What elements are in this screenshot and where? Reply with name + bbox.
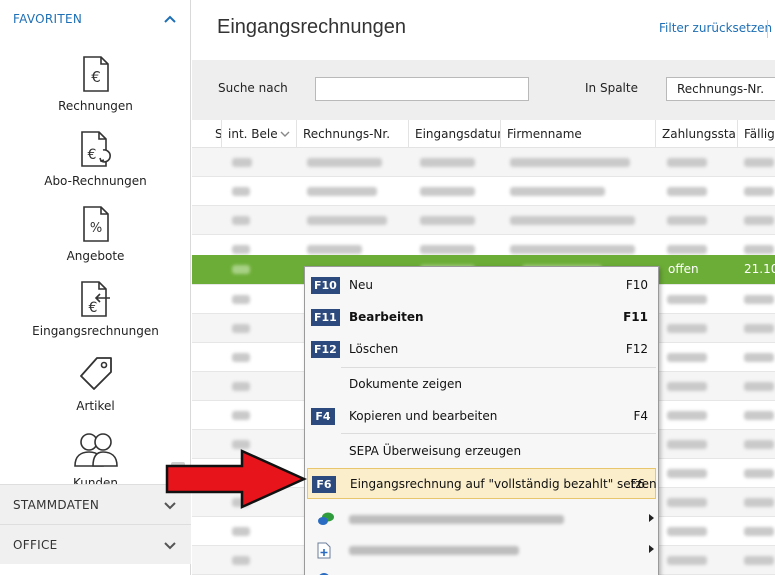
price-tag-icon: [79, 357, 112, 390]
menu-separator: [341, 367, 656, 368]
menu-item-label-redacted: [349, 546, 519, 555]
column-header-firmenname[interactable]: Firmenname: [501, 120, 656, 148]
column-select[interactable]: Rechnungs-Nr.: [666, 77, 775, 101]
sidebar-item-label: Rechnungen: [58, 99, 133, 113]
section-stammdaten[interactable]: STAMMDATEN: [0, 484, 191, 524]
menu-item-label: SEPA Überweisung erzeugen: [349, 444, 522, 458]
column-header-zahlungsstatus[interactable]: Zahlungssta: [656, 120, 738, 148]
shortcut-badge: F11: [311, 309, 340, 326]
favorites-header[interactable]: FAVORITEN: [0, 0, 191, 38]
context-menu: F10 Neu F10 F11 Bearbeiten F11 F12 Lösch…: [304, 266, 659, 575]
menu-item-dokumente-zeigen[interactable]: Dokumente zeigen: [305, 369, 660, 399]
menu-item-submenu-3[interactable]: [305, 565, 660, 575]
section-office[interactable]: OFFICE: [0, 524, 191, 564]
menu-item-sepa-ueberweisung[interactable]: SEPA Überweisung erzeugen: [305, 436, 660, 466]
column-label: In Spalte: [585, 81, 638, 95]
shortcut-badge: F10: [311, 277, 340, 294]
menu-item-submenu-2[interactable]: [305, 535, 660, 565]
table-row[interactable]: [192, 206, 775, 235]
sidebar-item-eingangsrechnungen[interactable]: € Eingangsrechnungen: [0, 280, 191, 338]
menu-item-neu[interactable]: F10 Neu F10: [305, 270, 660, 300]
customers-icon: [73, 433, 118, 467]
menu-item-bearbeiten[interactable]: F11 Bearbeiten F11: [305, 302, 660, 332]
sidebar-item-label: Eingangsrechnungen: [32, 324, 159, 338]
subscription-invoice-icon: €: [80, 131, 111, 167]
column-header-eingangsdatum[interactable]: Eingangsdatun: [409, 120, 501, 148]
red-arrow-annotation: [165, 449, 308, 509]
table-header: S int. Bele Rechnungs-Nr. Eingangsdatun …: [192, 120, 775, 148]
column-header-status[interactable]: S: [192, 120, 222, 148]
sidebar-item-artikel[interactable]: Artikel: [0, 355, 191, 413]
menu-item-label: Neu: [349, 278, 373, 292]
sidebar-item-rechnungen[interactable]: € Rechnungen: [0, 55, 191, 113]
column-header-beleg[interactable]: int. Bele: [222, 120, 297, 148]
quote-percent-icon: %: [82, 206, 109, 242]
sort-chevron-icon: [280, 131, 290, 137]
sidebar-item-abo-rechnungen[interactable]: € Abo-Rechnungen: [0, 130, 191, 188]
submenu-arrow-icon: [649, 514, 654, 522]
sidebar-item-kunden[interactable]: Kunden: [0, 430, 191, 484]
svg-text:€: €: [88, 300, 97, 316]
column-header-faellig[interactable]: Fällig: [738, 120, 775, 148]
favorites-label: FAVORITEN: [13, 12, 83, 26]
menu-item-loeschen[interactable]: F12 Löschen F12: [305, 334, 660, 364]
sidebar: FAVORITEN € Rechnungen € Abo-Rechnungen …: [0, 0, 191, 575]
search-input[interactable]: [315, 77, 529, 101]
submenu-arrow-icon: [649, 545, 654, 553]
menu-item-shortcut: F12: [625, 342, 648, 356]
svg-text:€: €: [87, 147, 96, 163]
menu-item-label: Eingangsrechnung auf "vollständig bezahl…: [350, 477, 657, 491]
shortcut-badge: F12: [311, 341, 340, 358]
section-label: OFFICE: [13, 537, 58, 552]
menu-separator: [341, 433, 656, 434]
topbar: Eingangsrechnungen Filter zurücksetzen: [192, 0, 775, 60]
sidebar-item-angebote[interactable]: % Angebote: [0, 205, 191, 263]
sidebar-item-label: Angebote: [66, 249, 125, 263]
menu-item-label: Löschen: [349, 342, 399, 356]
menu-item-label: Bearbeiten: [349, 310, 424, 324]
section-label: STAMMDATEN: [13, 497, 100, 512]
menu-item-shortcut: F4: [633, 409, 648, 423]
chat-bubbles-icon: [318, 512, 334, 525]
column-header-label: int. Bele: [228, 127, 278, 141]
divider: [767, 20, 768, 38]
column-header-rechnungsnr[interactable]: Rechnungs-Nr.: [297, 120, 409, 148]
invoice-euro-icon: €: [82, 56, 109, 92]
status-cell: offen: [668, 262, 699, 276]
due-date-cell: 21.10.: [744, 262, 775, 276]
table-row[interactable]: [192, 148, 775, 177]
filter-reset-link[interactable]: Filter zurücksetzen: [659, 21, 772, 35]
search-label: Suche nach: [218, 81, 288, 95]
page-title: Eingangsrechnungen: [217, 16, 407, 38]
svg-text:€: €: [91, 68, 101, 86]
sidebar-item-label: Abo-Rechnungen: [44, 174, 147, 188]
menu-item-shortcut: F6: [630, 477, 645, 491]
menu-item-shortcut: F10: [625, 278, 648, 292]
menu-item-label: Kopieren und bearbeiten: [349, 409, 498, 423]
shortcut-badge: F4: [311, 408, 335, 425]
menu-item-kopieren-bearbeiten[interactable]: F4 Kopieren und bearbeiten F4: [305, 401, 660, 431]
menu-item-submenu-1[interactable]: [305, 504, 660, 534]
shortcut-badge: F6: [312, 476, 336, 493]
search-bar: Suche nach In Spalte Rechnungs-Nr.: [192, 60, 775, 120]
menu-item-label: Dokumente zeigen: [349, 377, 462, 391]
sidebar-item-label: Kunden: [72, 476, 119, 484]
sidebar-item-label: Artikel: [76, 399, 115, 413]
menu-item-shortcut: F11: [623, 310, 648, 324]
incoming-invoice-icon: €: [80, 281, 110, 317]
menu-item-vollstaendig-bezahlt[interactable]: F6 Eingangsrechnung auf "vollständig bez…: [307, 468, 657, 499]
chevron-down-icon[interactable]: [163, 538, 177, 552]
menu-item-label-redacted: [349, 515, 564, 524]
svg-text:%: %: [89, 221, 101, 236]
table-row[interactable]: [192, 177, 775, 206]
chevron-up-icon[interactable]: [163, 12, 177, 26]
new-document-icon: [317, 542, 331, 559]
